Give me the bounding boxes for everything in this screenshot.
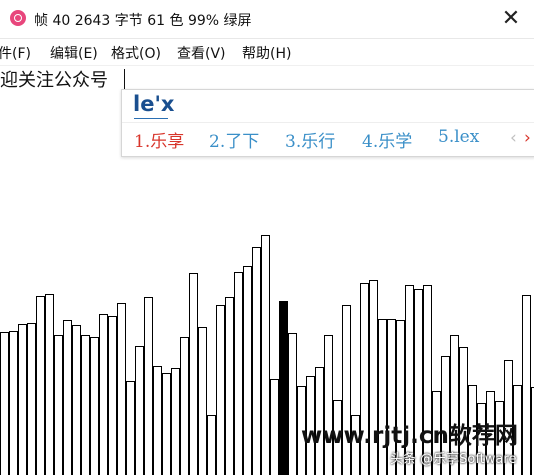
waveform-bar — [261, 235, 270, 475]
waveform-bar — [288, 333, 297, 475]
camera-icon — [10, 10, 26, 26]
waveform-bar — [207, 415, 216, 475]
waveform-bar — [27, 323, 36, 475]
menu-edit[interactable]: 编辑(E) — [50, 43, 98, 63]
waveform-bar — [72, 325, 81, 475]
ime-candidate[interactable]: 3.乐行 — [285, 127, 335, 152]
waveform-bar — [189, 273, 198, 475]
ime-candidate[interactable]: 1.乐享 — [134, 127, 184, 152]
editor-text: 迎关注公众号 — [0, 70, 108, 91]
waveform-bar — [153, 366, 162, 475]
ime-candidate[interactable]: 4.乐学 — [362, 127, 412, 152]
waveform-bar-highlight — [279, 301, 288, 475]
waveform-bar — [270, 379, 279, 475]
ime-divider — [122, 122, 534, 123]
menu-view[interactable]: 查看(V) — [177, 43, 226, 63]
waveform-bar — [324, 335, 333, 475]
waveform-bar — [36, 296, 45, 475]
ime-prev-page-icon[interactable]: ‹ — [510, 128, 517, 148]
waveform-bar — [108, 316, 117, 475]
close-button[interactable]: ✕ — [488, 0, 534, 38]
ime-candidate-popup: le'x 1.乐享 2.了下 3.乐行 4.乐学 5.lex ‹ › — [121, 89, 534, 157]
waveform-bar — [99, 314, 108, 475]
waveform-bar — [243, 266, 252, 475]
watermark-site: www.rjtj.cn软荐网 — [301, 423, 518, 449]
title-bar: 帧 40 2643 字节 61 色 99% 绿屏 ✕ — [0, 0, 534, 39]
waveform-bar — [180, 337, 189, 475]
waveform-bar — [18, 324, 27, 475]
waveform-bar — [81, 335, 90, 475]
waveform-bar — [378, 319, 387, 475]
ime-next-page-icon[interactable]: › — [524, 128, 531, 148]
waveform-bar — [63, 320, 72, 475]
waveform-bar — [135, 346, 144, 475]
waveform-bar — [225, 297, 234, 475]
menu-format[interactable]: 格式(O) — [111, 43, 161, 63]
menu-bar: 件(F) 编辑(E) 格式(O) 查看(V) 帮助(H) — [0, 39, 534, 66]
ime-candidate[interactable]: 5.lex — [438, 127, 479, 147]
waveform-bar — [198, 327, 207, 475]
window-title: 帧 40 2643 字节 61 色 99% 绿屏 — [34, 13, 252, 29]
waveform-bar — [54, 335, 63, 475]
waveform-bar — [126, 381, 135, 475]
waveform-bar — [252, 247, 261, 475]
waveform-bar — [144, 297, 153, 475]
waveform-bar — [234, 272, 243, 475]
menu-file[interactable]: 件(F) — [0, 43, 31, 63]
waveform-bar — [90, 337, 99, 475]
waveform-bar — [216, 305, 225, 475]
waveform-bar — [117, 303, 126, 475]
waveform-bar — [162, 373, 171, 475]
watermark-credit: 头条 @乐享Software — [390, 452, 517, 467]
ime-candidate[interactable]: 2.了下 — [209, 127, 259, 152]
waveform-bar — [45, 294, 54, 475]
menu-help[interactable]: 帮助(H) — [242, 43, 291, 63]
text-caret — [124, 69, 125, 89]
ime-composition-underline — [134, 118, 168, 119]
waveform-bar — [171, 368, 180, 475]
waveform-bar — [522, 295, 531, 475]
waveform-bar — [0, 332, 9, 475]
ime-composition-text: le'x — [133, 92, 175, 116]
waveform-bar — [9, 331, 18, 475]
